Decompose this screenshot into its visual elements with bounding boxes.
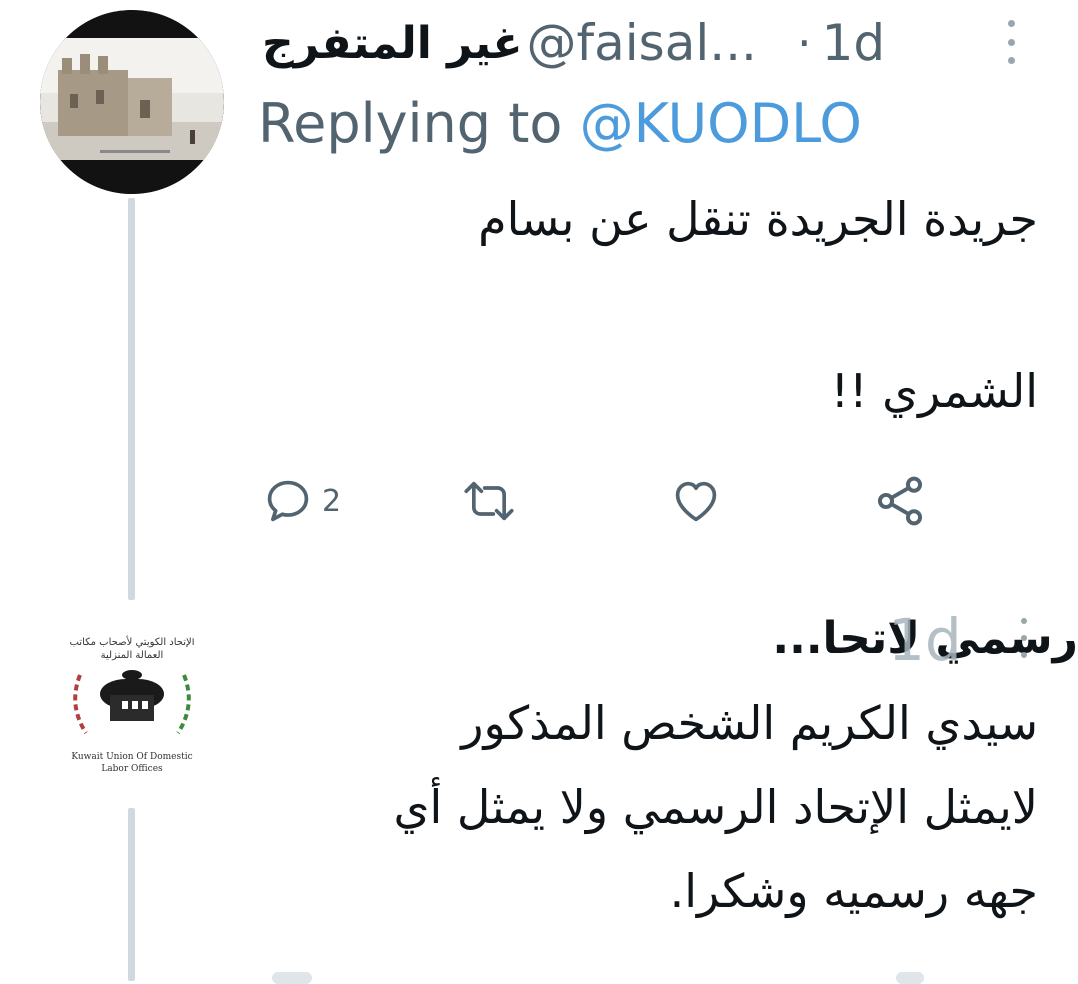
thread-line-bottom bbox=[128, 808, 135, 981]
replying-mention-link[interactable]: @KUODLO bbox=[580, 92, 862, 155]
logo-text-ar-2: العمالة المنزلية bbox=[101, 650, 164, 661]
more-options-icon[interactable] bbox=[1018, 618, 1030, 658]
reply-icon[interactable] bbox=[272, 972, 312, 984]
reply-icon bbox=[267, 480, 309, 522]
reply-button[interactable]: 2 bbox=[262, 470, 341, 532]
union-logo-icon: الإتحاد الكويتي لأصحاب مكاتب العمالة الم… bbox=[69, 635, 194, 774]
display-name[interactable]: غير المتفرج bbox=[262, 18, 523, 69]
share-icon bbox=[877, 476, 923, 526]
logo-text-en-2: Labor Offices bbox=[101, 764, 163, 774]
avatar[interactable] bbox=[40, 10, 224, 194]
share-icon[interactable] bbox=[896, 972, 924, 984]
tweet-text-line: الشمري !! bbox=[830, 364, 1038, 418]
tweet-text-line: جريدة الجريدة تنقل عن بسام bbox=[478, 192, 1038, 246]
historic-building-photo-icon bbox=[40, 10, 224, 194]
reply-count: 2 bbox=[322, 483, 342, 519]
tweet-actions: 2 bbox=[262, 470, 942, 532]
avatar[interactable]: الإتحاد الكويتي لأصحاب مكاتب العمالة الم… bbox=[40, 615, 224, 799]
retweet-icon bbox=[464, 481, 514, 521]
more-options-icon[interactable] bbox=[1004, 20, 1018, 64]
user-handle[interactable]: @faisal... bbox=[527, 14, 757, 72]
replying-prefix: Replying to bbox=[258, 92, 563, 155]
logo-text-en-1: Kuwait Union Of Domestic bbox=[71, 752, 192, 762]
timestamp[interactable]: 1d bbox=[888, 606, 962, 674]
replying-to: Replying to @KUODLO bbox=[258, 92, 862, 155]
tweet-text-line: جهه رسميه وشكرا. bbox=[669, 864, 1038, 918]
timestamp[interactable]: 1d bbox=[822, 14, 886, 72]
separator-dot: · bbox=[796, 16, 812, 70]
tweet-header: غير المتفرج @faisal... · 1d bbox=[262, 8, 885, 78]
like-button[interactable] bbox=[668, 470, 724, 532]
logo-text-ar-1: الإتحاد الكويتي لأصحاب مكاتب bbox=[69, 635, 194, 648]
thread-line-top bbox=[128, 198, 135, 600]
heart-icon bbox=[675, 481, 717, 522]
share-button[interactable] bbox=[872, 470, 928, 532]
tweet-text-line: سيدي الكريم الشخص المذكور bbox=[461, 696, 1038, 750]
tweet-text-line: لايمثل الإتحاد الرسمي ولا يمثل أي bbox=[393, 780, 1038, 834]
retweet-button[interactable] bbox=[460, 470, 518, 532]
